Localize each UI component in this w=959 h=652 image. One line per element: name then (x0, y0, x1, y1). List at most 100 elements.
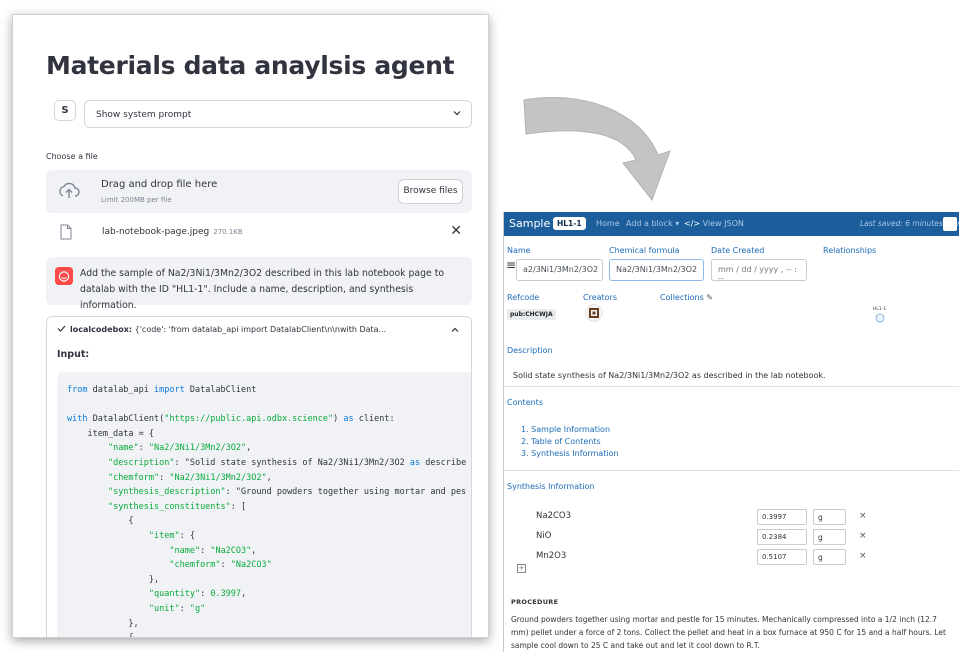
constituent-name[interactable]: Mn2O3 (536, 551, 566, 561)
uploaded-file-row: lab-notebook-page.jpeg 270.1KB ✕ (46, 223, 472, 247)
constituent-unit-input[interactable]: g (813, 529, 846, 545)
code-line: }, (67, 618, 139, 629)
file-size: 270.1KB (213, 228, 243, 236)
divider (503, 386, 959, 387)
cloud-upload-icon (59, 182, 80, 198)
synthesis-heading: Synthesis Information (507, 482, 595, 491)
name-input[interactable]: a2/3Ni1/3Mn2/3O2 (516, 259, 603, 281)
agent-window: Materials data anaylsis agent S Show sys… (12, 14, 489, 638)
creator-avatar[interactable] (585, 304, 603, 322)
code-line: "quantity": 0.3997, (148, 589, 247, 600)
code-line: from datalab_api import DatalabClient (67, 385, 257, 395)
relationships-label: Relationships (823, 246, 877, 255)
remove-file-button[interactable]: ✕ (450, 223, 462, 239)
input-label: Input: (57, 349, 90, 360)
pencil-icon[interactable]: ✎ (706, 293, 713, 302)
contents-heading: Contents (507, 398, 543, 407)
system-prompt-expander[interactable]: Show system prompt (84, 100, 472, 128)
check-icon (57, 325, 66, 332)
code-line: "unit": "g" (148, 603, 206, 614)
code-line: "chemform": "Na2CO3" (169, 560, 272, 571)
code-line: "name": "Na2/3Ni1/3Mn2/3O2", (107, 443, 252, 454)
code-icon: </> (684, 219, 701, 228)
system-prompt-label: Show system prompt (96, 110, 192, 120)
constituent-quantity-input[interactable]: 0.5107 (757, 549, 807, 565)
chemform-label: Chemical formula (609, 246, 680, 255)
code-content: from datalab_api import DatalabClient wi… (67, 383, 471, 637)
item-id-badge: HL1-1 (553, 217, 586, 230)
nav-view-json[interactable]: </> View JSON (684, 219, 744, 228)
procedure-heading: PROCEDURE (511, 598, 559, 606)
constituent-name[interactable]: Na2CO3 (536, 511, 571, 521)
constituent-unit-input[interactable]: g (813, 549, 846, 565)
nav-home[interactable]: Home (596, 219, 620, 228)
system-prompt-row: S Show system prompt (46, 100, 472, 128)
save-icon[interactable] (943, 217, 957, 231)
menu-icon[interactable]: ≡ (506, 258, 516, 272)
collections-label: Collections ✎ (660, 293, 713, 302)
code-block: from datalab_api import DatalabClient wi… (57, 372, 471, 637)
caret-down-icon: ▾ (675, 219, 680, 228)
remove-constituent-button[interactable]: × (859, 531, 867, 541)
chevron-down-icon (453, 111, 461, 116)
navbar: Sample | HL1-1 Home Add a block ▾ </> Vi… (504, 212, 959, 236)
uploaded-file-name: lab-notebook-page.jpeg 270.1KB (102, 227, 243, 237)
procedure-text[interactable]: Ground powders together using mortar and… (511, 613, 955, 652)
code-line: with DatalabClient("https://public.api.o… (67, 414, 395, 425)
constituent-unit-input[interactable]: g (813, 509, 846, 525)
user-message-text: Add the sample of Na2/3Ni1/3Mn2/3O2 desc… (80, 268, 445, 311)
tool-call-header[interactable]: localcodebox: {'code': 'from datalab_api… (57, 325, 386, 334)
date-created-label: Date Created (711, 246, 765, 255)
refcode-badge: pub:CHCWJA (507, 309, 556, 320)
collections-text: Collections (660, 293, 704, 302)
divider (503, 470, 959, 471)
remove-constituent-button[interactable]: × (859, 511, 867, 521)
code-line: { (67, 516, 134, 527)
relationship-node-label: HL1-1 (873, 307, 887, 312)
creators-label: Creators (583, 293, 618, 302)
file-dropzone[interactable]: Drag and drop file here Limit 200MB per … (46, 170, 472, 213)
curved-arrow-icon (523, 96, 671, 202)
dropzone-limit: Limit 200MB per file (101, 196, 172, 204)
constituent-quantity-input[interactable]: 0.2384 (757, 529, 807, 545)
code-line: item_data = { (67, 428, 154, 439)
toc-item-2[interactable]: 2. Table of Contents (521, 437, 601, 446)
browse-files-button[interactable]: Browse files (398, 179, 463, 204)
code-line: "description": "Solid state synthesis of… (107, 457, 467, 468)
view-json-label: View JSON (702, 219, 744, 228)
name-label: Name (507, 246, 531, 255)
code-line: "item": { (148, 530, 195, 541)
file-name-text: lab-notebook-page.jpeg (102, 227, 210, 237)
toc-item-3[interactable]: 3. Synthesis Information (521, 449, 619, 458)
code-line: "synthesis_description": "Ground powders… (107, 487, 467, 498)
file-uploader-label: Choose a file (46, 152, 98, 161)
remove-constituent-button[interactable]: × (859, 551, 867, 561)
code-line: { (67, 633, 133, 637)
constituent-name[interactable]: NiO (536, 531, 551, 541)
add-constituent-button[interactable]: + (517, 564, 526, 573)
tool-call-expander: localcodebox: {'code': 'from datalab_api… (46, 316, 472, 637)
constituent-quantity-input[interactable]: 0.3997 (757, 509, 807, 525)
code-line: "name": "Na2CO3", (169, 545, 257, 556)
nav-add-block[interactable]: Add a block ▾ (626, 219, 679, 228)
file-icon (60, 224, 72, 240)
description-heading: Description (507, 346, 553, 355)
code-line: "synthesis_constituents": [ (107, 501, 247, 512)
chemform-input[interactable]: Na2/3Ni1/3Mn2/3O2 (609, 259, 704, 281)
page-title: Materials data anaylsis agent (46, 51, 455, 80)
system-avatar: S (54, 100, 76, 121)
date-placeholder: mm / dd / yyyy , -- : -- (718, 265, 797, 283)
code-line: "chemform": "Na2/3Ni1/3Mn2/3O2", (107, 472, 272, 483)
dropzone-instructions: Drag and drop file here (101, 179, 218, 190)
chevron-up-icon[interactable] (451, 326, 459, 334)
user-message: Add the sample of Na2/3Ni1/3Mn2/3O2 desc… (46, 257, 472, 311)
date-created-input[interactable]: mm / dd / yyyy , -- : -- (711, 259, 807, 283)
description-text[interactable]: Solid state synthesis of Na2/3Ni1/3Mn2/3… (513, 371, 826, 380)
user-avatar-icon (55, 267, 73, 285)
add-block-label: Add a block (626, 219, 673, 228)
tool-name: localcodebox: (70, 325, 133, 334)
toc-item-1[interactable]: 1. Sample Information (521, 425, 610, 434)
nav-brand: Sample | (509, 217, 558, 230)
refcode-label: Refcode (507, 293, 540, 302)
relationship-node-icon[interactable] (875, 313, 885, 323)
